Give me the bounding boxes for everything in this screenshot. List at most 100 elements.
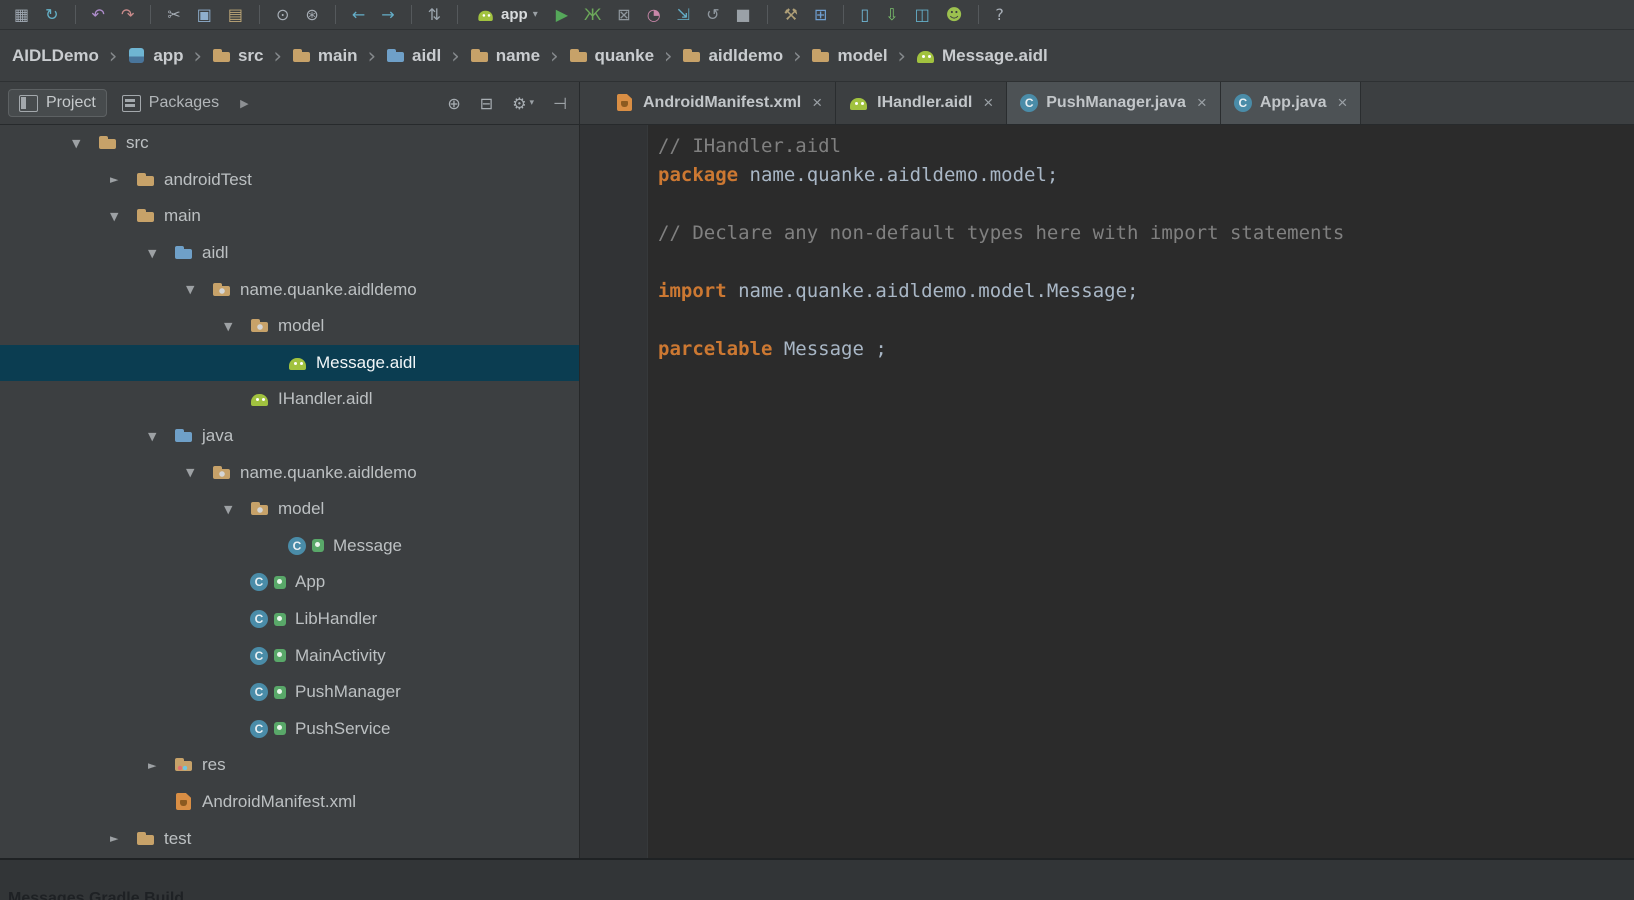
tools-icon[interactable]: ⚒ [784,7,798,23]
main-toolbar: ▦ ↻ ↶ ↷ ✂ ▣ ▤ ⊙ ⊛ ← → ⇅ app▾ ▶ Ж ⊠ ◔ ⇲ ↺ ■ ⚒ ⊞ ▯ ⇩ ◫ ☻? [0,0,1634,30]
tree-item-pushmanager[interactable]: PushManager [0,674,579,711]
attach-debugger-icon[interactable]: ⇲ [677,7,690,23]
paste-icon[interactable]: ▤ [228,7,243,23]
breadcrumb-item-aidl[interactable]: aidl [384,46,443,66]
toolbar-separator [767,5,768,24]
breadcrumb-item-src[interactable]: src [210,46,266,66]
debug-icon[interactable]: Ж [584,7,601,23]
tool-window-bar-label[interactable]: Messages Gradle Build [8,890,184,900]
editor-tab-androidmanifest-xml[interactable]: AndroidManifest.xml × [602,82,836,124]
tree-item-pushservice[interactable]: PushService [0,711,579,748]
tree-item-label: main [164,206,201,226]
gradle-sync-icon[interactable]: ⊞ [814,7,827,23]
tree-item-androidmanifest-xml[interactable]: AndroidManifest.xml [0,784,579,821]
tree-item-test[interactable]: ► test [0,820,579,857]
breadcrumb-item-quanke[interactable]: quanke [567,46,657,66]
collapse-node-icon[interactable]: ▼ [186,283,212,296]
breadcrumb-label: quanke [595,46,655,66]
editor-tab-ihandler-aidl[interactable]: IHandler.aidl× [836,82,1007,124]
breadcrumb-item-message-aidl[interactable]: Message.aidl [914,46,1050,66]
replace-icon[interactable]: ⊛ [305,7,318,23]
breadcrumb-item-model[interactable]: model [809,46,889,66]
android-monitor-icon[interactable]: ☻ [946,7,963,23]
tree-item-aidl[interactable]: ▼aidl [0,235,579,272]
more-tabs-icon[interactable]: ▶ [240,97,248,110]
tree-item-model[interactable]: ▼model [0,491,579,528]
tree-item-name-quanke-aidldemo[interactable]: ▼name.quanke.aidldemo [0,271,579,308]
collapse-node-icon[interactable]: ▼ [148,430,174,443]
tree-item-ihandler-aidl[interactable]: IHandler.aidl [0,381,579,418]
forward-icon[interactable]: → [381,7,394,23]
tool-window-tab-project[interactable]: Project [8,89,107,117]
tree-item-message-aidl[interactable]: Message.aidl [0,345,579,382]
editor-tab-pushmanager-java[interactable]: PushManager.java× [1007,82,1221,124]
editor-tab-app-java[interactable]: App.java× [1221,82,1362,124]
breadcrumb-item-name[interactable]: name [468,46,542,66]
sync-icon[interactable]: ↻ [45,7,58,23]
rerun-icon[interactable]: ↺ [706,7,719,23]
toolbar-separator [843,5,844,24]
run-icon[interactable]: ▶ [556,7,568,23]
tree-item-name-quanke-aidldemo[interactable]: ▼name.quanke.aidldemo [0,454,579,491]
editor-tab-label: AndroidManifest.xml [643,94,801,112]
help-icon[interactable]: ? [995,7,1004,23]
layout-inspector-icon[interactable]: ◫ [915,7,930,23]
tree-item-model[interactable]: ▼model [0,308,579,345]
run-config-selector[interactable]: app▾ [476,6,538,24]
breadcrumb-item-app[interactable]: app [125,46,185,66]
tool-window-tab-packages[interactable]: Packages [111,89,230,117]
tree-item-androidtest[interactable]: ►androidTest [0,162,579,199]
packages-view-icon [122,94,142,112]
redo-icon[interactable]: ↷ [121,7,134,23]
breadcrumb-item-aidldemo[interactable]: aidldemo [680,46,785,66]
stop-icon[interactable]: ■ [735,7,750,23]
tree-item-message[interactable]: Message [0,528,579,565]
avd-manager-icon[interactable]: ▯ [860,7,869,23]
copy-icon[interactable]: ▣ [197,7,212,23]
collapse-node-icon[interactable]: ▼ [110,210,136,223]
profile-icon[interactable]: ◔ [647,7,661,23]
source-folder-icon [386,47,406,65]
breadcrumb-item-main[interactable]: main [290,46,360,66]
collapse-node-icon[interactable]: ▼ [186,466,212,479]
settings-gear-icon[interactable]: ⚙▾ [512,94,534,113]
cut-icon[interactable]: ✂ [167,7,180,23]
tree-item-label: test [164,829,191,849]
expand-node-icon[interactable]: ► [110,832,136,845]
collapse-node-icon[interactable]: ▼ [224,503,250,516]
tree-item-main[interactable]: ▼ main [0,198,579,235]
hide-panel-icon[interactable]: ⊣ [553,94,567,113]
toolbar-separator [75,5,76,24]
collapse-all-icon[interactable]: ⊟ [480,94,493,113]
code-line: package name.quanke.aidldemo.model; [658,161,1634,190]
toolbar-separator [335,5,336,24]
expand-node-icon[interactable]: ► [148,759,174,772]
expand-node-icon[interactable]: ► [110,173,136,186]
undo-icon[interactable]: ↶ [92,7,105,23]
tree-item-java[interactable]: ▼java [0,418,579,455]
class-icon [1020,94,1038,112]
breadcrumb-separator-icon: › [451,44,459,68]
breadcrumb-label: Message.aidl [942,46,1048,66]
tree-item-src[interactable]: ▼src [0,125,579,162]
code-area[interactable]: // IHandler.aidlpackage name.quanke.aidl… [648,125,1634,858]
close-icon[interactable]: × [983,93,993,113]
sdk-manager-icon[interactable]: ⇩ [885,7,898,23]
tree-item-app[interactable]: App [0,564,579,601]
close-icon[interactable]: × [1197,93,1207,113]
collapse-node-icon[interactable]: ▼ [72,137,98,150]
locate-source-icon[interactable]: ⊕ [447,94,460,113]
tree-item-res[interactable]: ►res [0,747,579,784]
back-icon[interactable]: ← [352,7,365,23]
collapse-node-icon[interactable]: ▼ [148,247,174,260]
line-numbers-icon[interactable]: ⇅ [428,7,441,23]
tree-item-mainactivity[interactable]: MainActivity [0,637,579,674]
find-icon[interactable]: ⊙ [276,7,289,23]
close-icon[interactable]: × [812,93,822,113]
collapse-node-icon[interactable]: ▼ [224,320,250,333]
tree-item-libhandler[interactable]: LibHandler [0,601,579,638]
save-icon[interactable]: ▦ [14,7,29,23]
run-coverage-icon[interactable]: ⊠ [617,7,630,23]
close-icon[interactable]: × [1338,93,1348,113]
breadcrumb-item-aidldemo[interactable]: AIDLDemo [10,46,101,66]
